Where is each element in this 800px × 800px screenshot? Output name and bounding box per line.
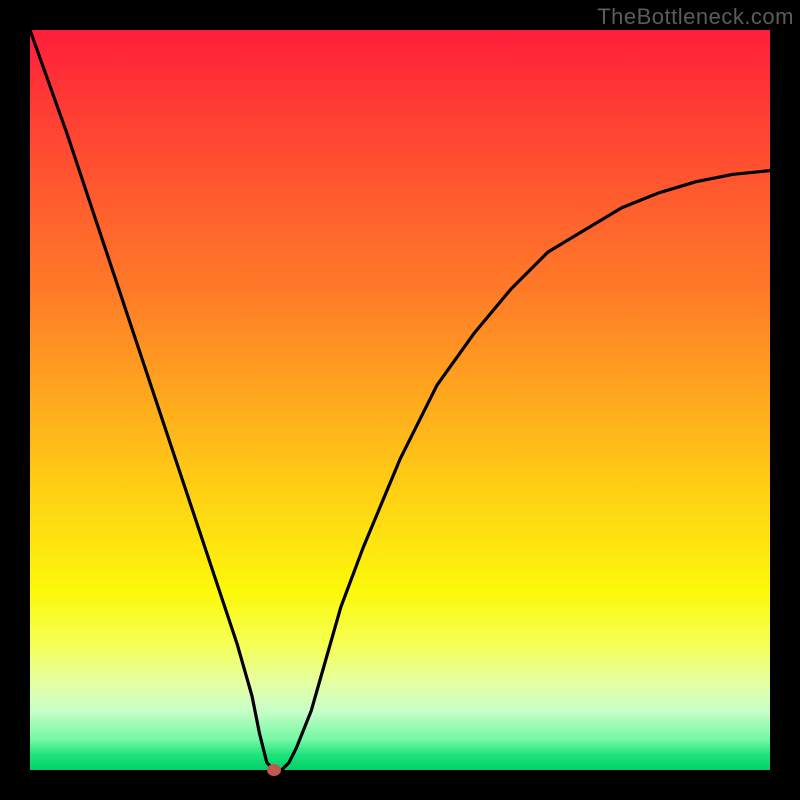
curve-svg xyxy=(30,30,770,770)
watermark-text: TheBottleneck.com xyxy=(597,4,794,30)
plot-area xyxy=(30,30,770,770)
curve-path xyxy=(30,30,770,770)
valley-marker xyxy=(267,764,281,776)
chart-frame: TheBottleneck.com xyxy=(0,0,800,800)
